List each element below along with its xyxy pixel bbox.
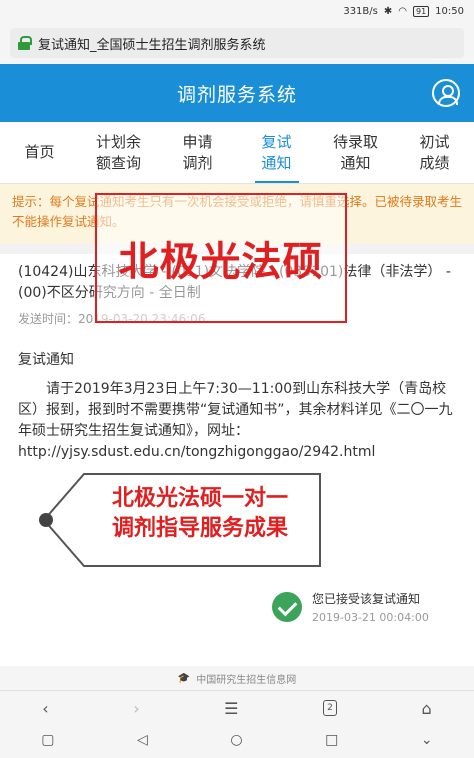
- notice-section: 复试通知 请于2019年3月23日上午7:30—11:00到山东科技大学（青岛校…: [0, 327, 474, 463]
- clock: 10:50: [435, 5, 464, 17]
- system-back-icon[interactable]: ◁: [137, 732, 148, 748]
- footer-text[interactable]: 中国研究生招生信息网: [196, 671, 296, 686]
- browser-controls: ‹ › ☰ 2 ⌂: [0, 691, 474, 725]
- tabs-count-icon[interactable]: 2: [323, 700, 338, 716]
- user-icon[interactable]: [432, 79, 460, 107]
- lock-icon: [18, 36, 32, 50]
- tab-home[interactable]: 首页: [0, 122, 79, 183]
- notice-title: 复试通知: [18, 352, 74, 368]
- back-icon[interactable]: ‹: [42, 699, 48, 718]
- page: 331B/s ✱ ◠ 91 10:50 复试通知_全国硕士生招生调剂服务系统 调…: [0, 0, 474, 758]
- browser-url-bar: 复试通知_全国硕士生招生调剂服务系统: [0, 22, 474, 64]
- cap-icon: 🎓: [177, 672, 191, 684]
- battery-icon: 91: [412, 5, 430, 17]
- page-title-url: 复试通知_全国硕士生招生调剂服务系统: [38, 37, 266, 53]
- app-header: 调剂服务系统: [0, 64, 474, 122]
- square-icon[interactable]: □: [325, 732, 338, 748]
- browser-nav-bar: ‹ › ☰ 2 ⌂ ▢ ◁ ○ □ ⌄: [0, 690, 474, 758]
- menu-icon[interactable]: ☰: [224, 699, 238, 718]
- status-bar: 331B/s ✱ ◠ 91 10:50: [0, 0, 474, 22]
- watermark-box: 北极光法硕: [95, 193, 347, 323]
- wifi-icon: ◠: [398, 5, 407, 17]
- system-home-icon[interactable]: ○: [230, 732, 242, 748]
- hide-nav-icon[interactable]: ⌄: [421, 732, 433, 748]
- notice-body: 请于2019年3月23日上午7:30—11:00到山东科技大学（青岛校区）报到，…: [18, 381, 453, 460]
- forward-icon[interactable]: ›: [133, 699, 139, 718]
- tab-retest-notice[interactable]: 复试 通知: [237, 122, 316, 183]
- bluetooth-icon: ✱: [383, 5, 393, 17]
- system-nav: ▢ ◁ ○ □ ⌄: [0, 725, 474, 755]
- watermark-line-1: 北极光法硕一对一: [112, 486, 289, 511]
- watermark-text: 北极光法硕: [118, 239, 324, 285]
- accept-time: 2019-03-21 00:04:00: [312, 611, 429, 624]
- site-footer: 🎓 中国研究生招生信息网: [0, 666, 474, 690]
- watermark-line-2: 调剂指导服务成果: [112, 516, 289, 541]
- tab-apply-adjust[interactable]: 申请 调剂: [158, 122, 237, 183]
- home-icon[interactable]: ⌂: [422, 699, 432, 718]
- network-speed: 331B/s: [343, 5, 378, 17]
- tab-bar: 首页 计划余 额查询 申请 调剂 复试 通知 待录取 通知 初试 成绩: [0, 122, 474, 184]
- recent-apps-icon[interactable]: ▢: [41, 732, 54, 748]
- watermark-tag: 北极光法硕一对一 调剂指导服务成果: [34, 470, 330, 600]
- app-title: 调剂服务系统: [176, 83, 297, 106]
- tab-pending-admission[interactable]: 待录取 通知: [316, 122, 395, 183]
- tab-plan-balance[interactable]: 计划余 额查询: [79, 122, 158, 183]
- tab-initial-score[interactable]: 初试 成绩: [395, 122, 474, 183]
- address-field[interactable]: 复试通知_全国硕士生招生调剂服务系统: [10, 28, 464, 58]
